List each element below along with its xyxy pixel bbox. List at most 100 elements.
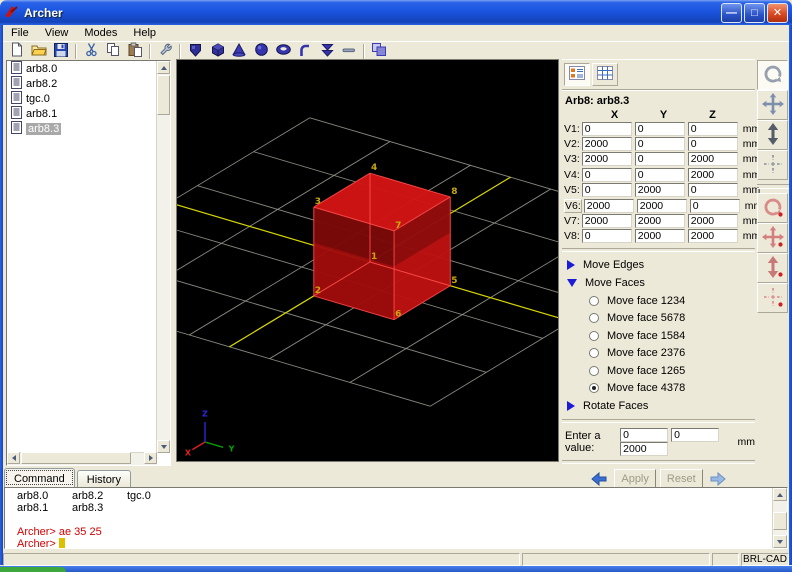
menu-view[interactable]: View: [37, 26, 77, 40]
prev-arrow-button[interactable]: [588, 469, 610, 488]
tab-command[interactable]: Command: [4, 468, 75, 487]
vertex-coordinate-field[interactable]: [688, 214, 738, 228]
minimize-button[interactable]: —: [721, 3, 742, 23]
close-button[interactable]: ✕: [767, 3, 788, 23]
radio-button[interactable]: [589, 383, 599, 393]
vertex-coordinate-field[interactable]: [635, 229, 685, 243]
radio-button[interactable]: [589, 296, 599, 306]
scroll-thumb[interactable]: [773, 512, 787, 530]
console-output[interactable]: arb8.0arb8.2tgc.0arb8.1arb8.3 Archer> ae…: [5, 488, 773, 548]
reset-button[interactable]: Reset: [660, 469, 703, 488]
vertex-coordinate-field[interactable]: [688, 183, 738, 197]
vertex-coordinate-field[interactable]: [635, 152, 685, 166]
tree-item-arb8.2[interactable]: arb8.2: [7, 76, 170, 91]
vertex-coordinate-field[interactable]: [688, 137, 738, 151]
vertex-coordinate-field[interactable]: [635, 183, 685, 197]
toggle-layout-button[interactable]: [368, 43, 390, 60]
radio-button[interactable]: [589, 366, 599, 376]
windows-taskbar[interactable]: [0, 566, 792, 572]
vertex-coordinate-field[interactable]: [582, 229, 632, 243]
menu-modes[interactable]: Modes: [76, 26, 125, 40]
vertex-coordinate-field[interactable]: [582, 137, 632, 151]
maximize-button[interactable]: □: [744, 3, 765, 23]
tree-vertical-scrollbar[interactable]: [156, 61, 170, 453]
vertex-coordinate-field[interactable]: [582, 168, 632, 182]
section-move-faces[interactable]: Move Faces: [562, 274, 755, 292]
next-arrow-button[interactable]: [707, 469, 729, 488]
scroll-up-button[interactable]: [773, 488, 787, 501]
save-button[interactable]: [50, 43, 72, 60]
translate-object-button[interactable]: [757, 223, 788, 253]
vertex-coordinate-field[interactable]: [690, 199, 740, 213]
vertex-coordinate-field[interactable]: [688, 168, 738, 182]
section-move-edges[interactable]: Move Edges: [562, 256, 755, 274]
prim-torus-button[interactable]: [272, 43, 294, 60]
radio-button[interactable]: [589, 313, 599, 323]
tree-item-arb8.0[interactable]: arb8.0: [7, 61, 170, 76]
prim-extrude-button[interactable]: [316, 43, 338, 60]
scroll-down-button[interactable]: [157, 440, 170, 453]
start-button[interactable]: [0, 567, 66, 572]
vertex-coordinate-field[interactable]: [688, 229, 738, 243]
vertex-coordinate-field[interactable]: [637, 199, 687, 213]
command-console[interactable]: arb8.0arb8.2tgc.0arb8.1arb8.3 Archer> ae…: [4, 487, 788, 549]
apply-button[interactable]: Apply: [614, 469, 656, 488]
tree-item-arb8.3[interactable]: arb8.3: [7, 121, 170, 136]
scroll-left-button[interactable]: [7, 452, 20, 464]
radio-button[interactable]: [589, 331, 599, 341]
section-rotate-faces[interactable]: Rotate Faces: [562, 397, 755, 415]
center-view-button[interactable]: [757, 150, 788, 180]
vertex-coordinate-field[interactable]: [635, 122, 685, 136]
vertex-coordinate-field[interactable]: [688, 122, 738, 136]
radio-option[interactable]: Move face 2376: [589, 345, 755, 363]
copy-button[interactable]: [102, 43, 124, 60]
vertex-coordinate-field[interactable]: [584, 199, 634, 213]
scroll-up-button[interactable]: [157, 61, 170, 74]
menu-help[interactable]: Help: [125, 26, 164, 40]
title-bar[interactable]: Archer — □ ✕: [0, 0, 792, 25]
scroll-right-button[interactable]: [144, 452, 157, 464]
3d-viewport[interactable]: 12345678XYZ: [176, 59, 559, 462]
menu-file[interactable]: File: [3, 26, 37, 40]
new-file-button[interactable]: [6, 43, 28, 60]
radio-option[interactable]: Move face 1234: [589, 292, 755, 310]
vertex-coordinate-field[interactable]: [582, 152, 632, 166]
3d-view-canvas[interactable]: 12345678XYZ: [177, 60, 558, 461]
vertex-coordinate-field[interactable]: [582, 122, 632, 136]
scroll-thumb[interactable]: [21, 452, 131, 464]
prim-arb8-button[interactable]: [184, 43, 206, 60]
tab-history[interactable]: History: [77, 470, 131, 487]
tree-item-arb8.1[interactable]: arb8.1: [7, 106, 170, 121]
text-cursor[interactable]: [59, 538, 65, 548]
radio-option[interactable]: Move face 5678: [589, 310, 755, 328]
vertex-coordinate-field[interactable]: [635, 168, 685, 182]
vertex-coordinate-field[interactable]: [582, 183, 632, 197]
value-entry-field[interactable]: [620, 442, 668, 456]
form-view-toggle-button[interactable]: [564, 63, 590, 86]
scale-view-button[interactable]: [757, 120, 788, 150]
wrench-button[interactable]: [154, 43, 176, 60]
prim-cone-button[interactable]: [228, 43, 250, 60]
paste-button[interactable]: [124, 43, 146, 60]
radio-option[interactable]: Move face 1584: [589, 327, 755, 345]
translate-view-button[interactable]: [757, 90, 788, 120]
tree-horizontal-scrollbar[interactable]: [7, 452, 157, 465]
rotate-object-button[interactable]: [757, 193, 788, 223]
radio-option[interactable]: Move face 4378: [589, 380, 755, 398]
vertex-coordinate-field[interactable]: [635, 214, 685, 228]
scroll-down-button[interactable]: [773, 535, 787, 548]
prim-sphere-button[interactable]: [250, 43, 272, 60]
vertex-coordinate-field[interactable]: [635, 137, 685, 151]
tree-item-tgc.0[interactable]: tgc.0: [7, 91, 170, 106]
vertex-coordinate-field[interactable]: [688, 152, 738, 166]
open-button[interactable]: [28, 43, 50, 60]
prim-cube-button[interactable]: [206, 43, 228, 60]
console-scrollbar[interactable]: [772, 488, 787, 548]
scroll-thumb[interactable]: [157, 75, 170, 115]
radio-button[interactable]: [589, 348, 599, 358]
center-object-button[interactable]: [757, 283, 788, 313]
table-view-toggle-button[interactable]: [592, 63, 618, 86]
rotate-view-button[interactable]: [757, 60, 788, 90]
vertex-coordinate-field[interactable]: [582, 214, 632, 228]
prim-line-button[interactable]: [338, 43, 360, 60]
